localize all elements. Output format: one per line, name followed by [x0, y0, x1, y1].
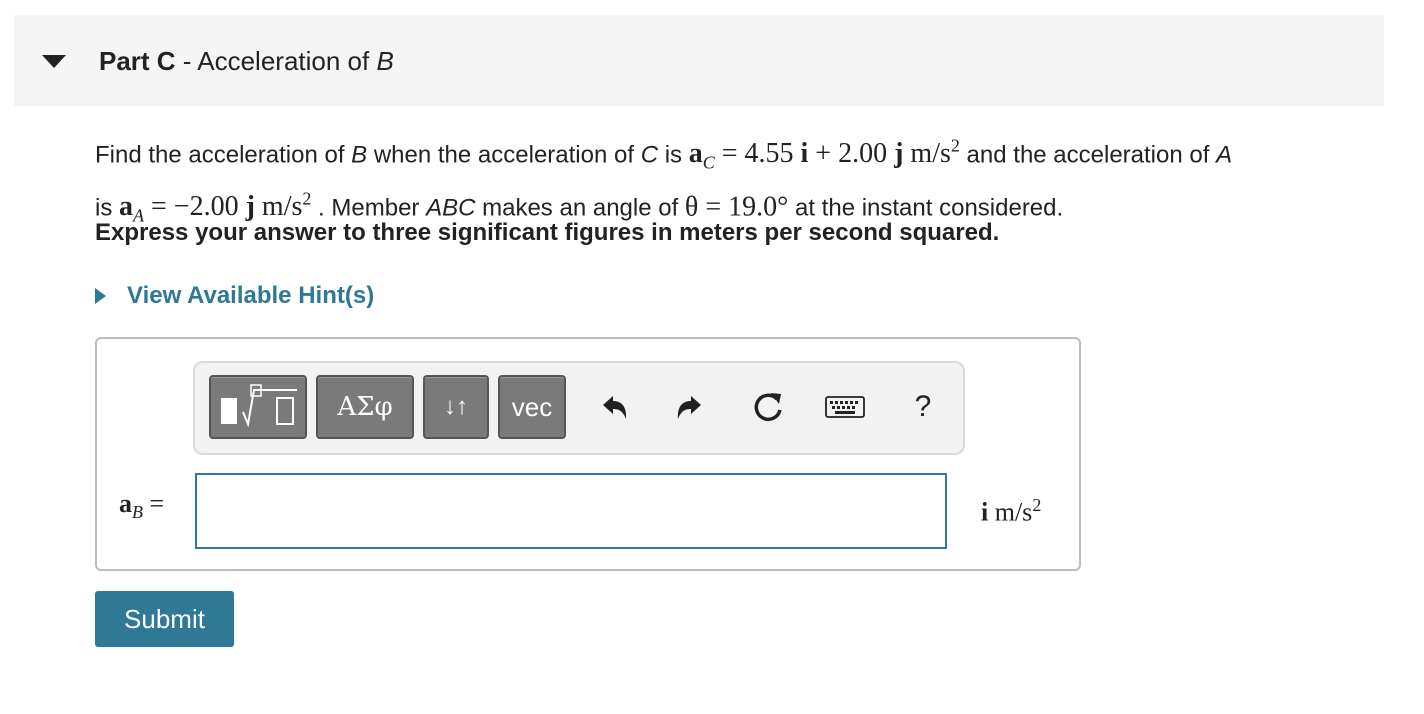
problem-text: when the acceleration of — [367, 141, 641, 169]
part-title-text: Acceleration of — [197, 46, 377, 76]
part-separator: - — [175, 46, 198, 76]
part-title: Part C - Acceleration of B — [99, 46, 394, 77]
problem-text: and the acceleration of — [959, 141, 1217, 169]
part-prefix: Part C — [99, 46, 176, 76]
math-text: + 2.00 — [808, 138, 895, 170]
reset-button[interactable] — [748, 387, 788, 427]
math-text: = −2.00 — [144, 191, 246, 223]
undo-button[interactable] — [595, 387, 635, 427]
answer-unit-label: i m/s2 — [981, 495, 1041, 528]
hint-label: View Available Hint(s) — [127, 282, 375, 309]
templates-button[interactable] — [209, 375, 307, 439]
answer-box: ΑΣφ ↓↑ vec ? aB = i m/s2 — [95, 337, 1081, 571]
collapse-caret-icon[interactable] — [42, 55, 66, 68]
templates-icon — [221, 384, 297, 428]
problem-var: C — [640, 141, 659, 169]
instruction-text: Express your answer to three significant… — [95, 219, 1000, 246]
math-unit: m/s — [903, 138, 951, 170]
math-exponent: 2 — [950, 136, 960, 156]
problem-text: Find the acceleration of — [95, 141, 352, 169]
problem-text: . Member — [311, 194, 427, 222]
math-unit: m/s — [254, 191, 303, 223]
math-unit: m/s — [988, 497, 1033, 527]
acceleration-a-equation: aA = −2.00 j m/s2 — [119, 189, 311, 226]
math-toolbar: ΑΣφ ↓↑ vec ? — [193, 361, 965, 455]
problem-text: is — [95, 194, 119, 222]
undo-icon — [603, 396, 627, 419]
part-title-var: B — [376, 46, 394, 76]
math-symbol: a — [119, 191, 133, 223]
problem-statement: Find the acceleration of B when the acce… — [95, 128, 1395, 234]
math-symbol: a — [688, 138, 703, 170]
problem-var: B — [351, 141, 368, 169]
vector-button[interactable]: vec — [498, 375, 566, 439]
problem-text: is — [658, 141, 689, 169]
math-exponent: 2 — [1032, 495, 1042, 515]
unit-vector-j: j — [245, 191, 255, 223]
answer-input[interactable] — [195, 473, 947, 549]
submit-button[interactable]: Submit — [95, 591, 234, 647]
caret-right-icon — [95, 288, 106, 304]
answer-variable-label: aB = — [119, 489, 164, 523]
redo-icon — [677, 396, 701, 419]
keyboard-button[interactable] — [823, 387, 867, 427]
problem-var: A — [1216, 141, 1233, 169]
math-symbol: a — [119, 489, 132, 518]
problem-var: ABC — [426, 194, 476, 222]
math-sub: B — [132, 502, 143, 523]
keyboard-icon — [825, 396, 865, 418]
greek-symbols-button[interactable]: ΑΣφ — [316, 375, 414, 439]
equals-sign: = — [143, 489, 165, 518]
math-sub: C — [702, 152, 715, 173]
view-hints-link[interactable]: View Available Hint(s) — [95, 281, 374, 311]
problem-text: at the instant considered. — [788, 194, 1064, 222]
help-button[interactable]: ? — [903, 387, 943, 427]
angle-equation: θ = 19.0° — [684, 191, 789, 223]
reset-icon — [754, 393, 782, 422]
arrows-button[interactable]: ↓↑ — [423, 375, 489, 439]
problem-line-1: Find the acceleration of B when the acce… — [95, 128, 1395, 181]
problem-text: makes an angle of — [475, 194, 685, 222]
redo-button[interactable] — [669, 387, 709, 427]
acceleration-c-equation: aC = 4.55 i + 2.00 j m/s2 — [688, 136, 960, 173]
math-text: = 4.55 — [714, 138, 801, 170]
